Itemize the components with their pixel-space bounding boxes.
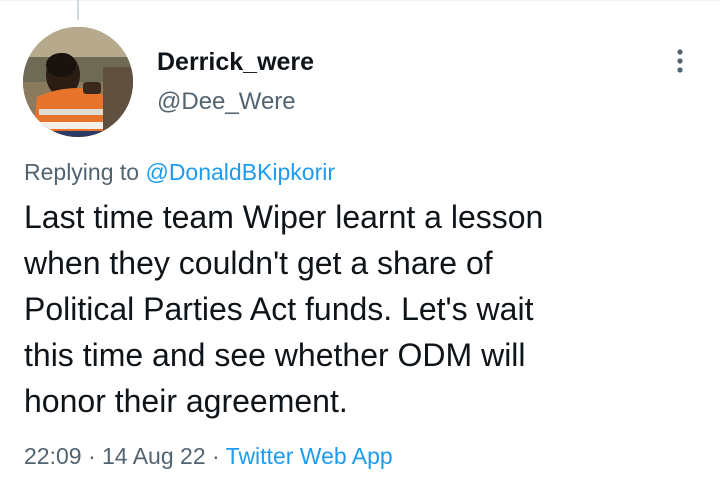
thread-connector-line [77,0,79,20]
tweet-metadata: 22:09 · 14 Aug 22 · Twitter Web App [24,439,393,473]
replying-to: Replying to @DonaldBKipkorir [24,156,335,188]
top-divider [0,0,720,1]
tweet-time[interactable]: 22:09 [24,443,82,469]
tweet-text-line: Political Parties Act funds. Let's wait [24,291,534,327]
user-handle[interactable]: @Dee_Were [157,84,314,120]
tweet-text-line: this time and see whether ODM will [24,337,526,373]
more-vertical-icon [677,49,683,73]
display-name[interactable]: Derrick_were [157,44,314,80]
tweet-text-line: honor their agreement. [24,383,348,419]
tweet-text-line: when they couldn't get a share of [24,245,493,281]
replying-to-handle-link[interactable]: @DonaldBKipkorir [145,159,335,185]
profile-photo-icon [23,27,133,137]
replying-to-label: Replying to [24,159,140,185]
tweet-text: Last time team Wiper learnt a lesson whe… [24,194,704,424]
tweet-source-link[interactable]: Twitter Web App [226,443,393,469]
tweet-text-line: Last time team Wiper learnt a lesson [24,199,544,235]
avatar[interactable] [23,27,133,137]
meta-separator: · [212,443,220,469]
user-info: Derrick_were @Dee_Were [157,44,314,120]
meta-separator: · [87,443,96,469]
tweet-date[interactable]: 14 Aug 22 [102,443,206,469]
more-options-button[interactable] [664,42,696,80]
